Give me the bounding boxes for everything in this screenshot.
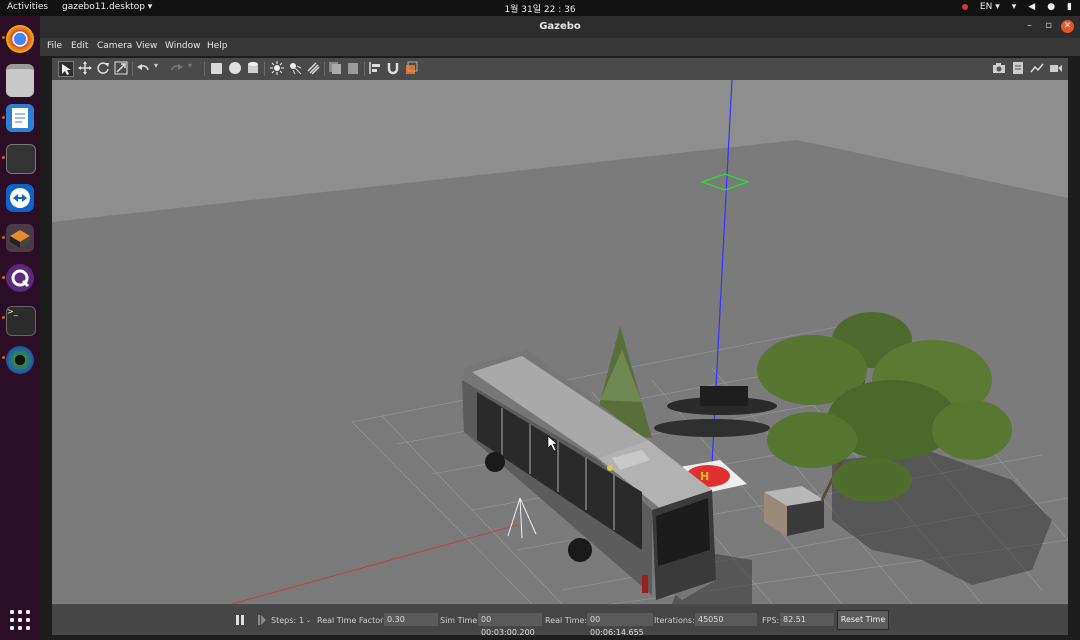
show-apps-grid-icon[interactable]: [10, 610, 30, 630]
chrome-icon[interactable]: [6, 25, 34, 53]
toolbar-separator: [264, 62, 265, 76]
toolbar-separator: [204, 62, 205, 76]
running-indicator: [2, 316, 5, 319]
real-time-factor-label: Real Time Factor:: [317, 616, 386, 625]
system-tray[interactable]: EN ▾ ▾ ◀ ● ▮: [961, 2, 1072, 12]
mic-icon[interactable]: ●: [1047, 2, 1055, 12]
fps-label: FPS:: [762, 616, 780, 625]
running-indicator: [2, 36, 5, 39]
toolbar-separator: [324, 62, 325, 76]
select-tool-icon[interactable]: [58, 61, 74, 77]
sim-time-label: Sim Time:: [440, 616, 480, 625]
fps-value: 82.51: [780, 613, 834, 626]
real-time-label: Real Time:: [545, 616, 588, 625]
align-icon[interactable]: [368, 61, 382, 75]
log-data-icon[interactable]: [1011, 61, 1025, 75]
redo-icon[interactable]: [170, 61, 184, 75]
battery-icon[interactable]: ▮: [1067, 2, 1072, 12]
menu-view[interactable]: View: [136, 41, 157, 51]
menu-file[interactable]: File: [47, 41, 62, 51]
teamviewer-icon[interactable]: [6, 184, 34, 212]
directional-light-icon[interactable]: [306, 61, 320, 75]
menu-help[interactable]: Help: [207, 41, 228, 51]
video-record-icon[interactable]: [1049, 61, 1063, 75]
cylinder-shape-icon[interactable]: [246, 61, 260, 75]
volume-icon[interactable]: ◀: [1028, 2, 1035, 12]
dock: >_: [0, 16, 40, 640]
iterations-value: 45050: [695, 613, 757, 626]
menu-bar: File Edit Camera View Window Help: [40, 38, 1080, 56]
language-selector[interactable]: EN ▾: [980, 2, 1000, 12]
gazebo-icon[interactable]: [6, 224, 34, 252]
qgroundcontrol-icon[interactable]: [6, 264, 34, 292]
running-indicator: [2, 356, 5, 359]
scene-render[interactable]: H: [52, 80, 1068, 604]
svg-text:H: H: [700, 470, 709, 483]
record-indicator-icon[interactable]: [961, 4, 968, 10]
spot-light-icon[interactable]: [288, 61, 302, 75]
box-shape-icon[interactable]: [210, 61, 224, 75]
point-light-icon[interactable]: [270, 61, 284, 75]
steps-stepper[interactable]: 1: [299, 616, 304, 625]
writer-icon[interactable]: [6, 104, 34, 132]
reset-time-button[interactable]: Reset Time: [837, 610, 889, 630]
simulation-status-bar: Steps: 1 ⌄ Real Time Factor: 0.30 Sim Ti…: [52, 606, 1068, 637]
sim-time-value: 00 00:03:00.200: [478, 613, 542, 637]
scale-tool-icon[interactable]: [114, 61, 128, 75]
rotate-tool-icon[interactable]: [96, 61, 110, 75]
redo-history-chevron-down-icon[interactable]: ▾: [188, 61, 202, 75]
window-titlebar[interactable]: Gazebo – ▫ ✕: [40, 16, 1080, 38]
toolbar-separator: [364, 62, 365, 76]
terminal-icon[interactable]: >_: [6, 306, 36, 336]
steps-chevron-down-icon[interactable]: ⌄: [306, 617, 311, 624]
paste-icon[interactable]: [346, 61, 360, 75]
menu-window[interactable]: Window: [165, 41, 201, 51]
iterations-label: Iterations:: [654, 616, 695, 625]
undo-icon[interactable]: [136, 61, 150, 75]
running-indicator: [2, 236, 5, 239]
steps-label: Steps:: [271, 616, 297, 625]
step-icon[interactable]: [257, 614, 267, 626]
undo-history-chevron-down-icon[interactable]: ▾: [154, 61, 168, 75]
clock[interactable]: 1월 31일 22 : 36: [0, 2, 1080, 15]
toolbar: ▾ ▾: [52, 58, 1068, 80]
window-title: Gazebo: [539, 21, 581, 32]
menu-edit[interactable]: Edit: [71, 41, 88, 51]
translate-tool-icon[interactable]: [78, 61, 92, 75]
plot-icon[interactable]: [1030, 61, 1044, 75]
toolbar-separator: [132, 62, 133, 76]
pause-icon[interactable]: [235, 614, 245, 626]
wifi-icon[interactable]: ▾: [1012, 2, 1017, 12]
running-indicator: [2, 276, 5, 279]
minimize-button[interactable]: –: [1027, 20, 1032, 31]
camera-app-icon[interactable]: [6, 346, 34, 374]
system-monitor-icon[interactable]: [6, 144, 36, 174]
scene-viewport[interactable]: H: [52, 80, 1068, 604]
close-button[interactable]: ✕: [1061, 20, 1074, 33]
top-bar: Activities gazebo11.desktop ▾ 1월 31일 22 …: [0, 0, 1080, 16]
screenshot-camera-icon[interactable]: [992, 61, 1006, 75]
real-time-factor-value: 0.30: [384, 613, 438, 626]
running-indicator: [2, 156, 5, 159]
sphere-shape-icon[interactable]: [228, 61, 242, 75]
real-time-value: 00 00:06:14.655: [587, 613, 653, 637]
change-view-icon[interactable]: [404, 61, 418, 75]
files-icon[interactable]: [6, 64, 34, 97]
copy-icon[interactable]: [328, 61, 342, 75]
menu-camera[interactable]: Camera: [97, 41, 132, 51]
running-indicator: [2, 116, 5, 119]
snap-magnet-icon[interactable]: [386, 61, 400, 75]
maximize-button[interactable]: ▫: [1045, 20, 1052, 31]
